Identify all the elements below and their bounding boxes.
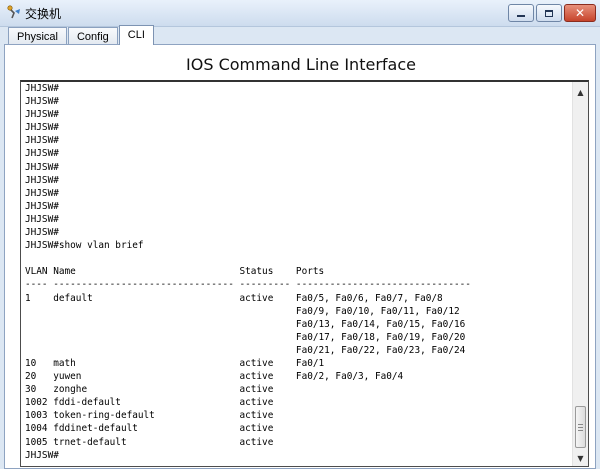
maximize-icon	[545, 9, 553, 17]
close-icon: ✕	[574, 6, 586, 20]
terminal-line: 1 default active Fa0/5, Fa0/6, Fa0/7, Fa…	[25, 292, 443, 304]
terminal-line: 30 zonghe active	[25, 384, 274, 396]
terminal-line: JHJSW#	[25, 109, 59, 121]
terminal-line: ---- -------------------------------- --…	[25, 279, 471, 291]
terminal-line: JHJSW#	[25, 148, 59, 160]
cli-panel: IOS Command Line Interface JHJSW# JHJSW# J…	[4, 44, 596, 469]
terminal-line: JHJSW#	[25, 449, 59, 461]
vertical-scrollbar[interactable]: ▲ ▼	[572, 82, 588, 466]
cli-terminal[interactable]: JHJSW# JHJSW# JHJSW# JHJSW# JHJSW# JHJSW# JHJS…	[20, 80, 589, 467]
terminal-line: 1004 fddinet-default active	[25, 423, 274, 435]
minimize-icon	[517, 15, 525, 17]
terminal-line: JHJSW#	[25, 122, 59, 134]
scroll-down-icon[interactable]: ▼	[573, 450, 588, 466]
terminal-line: JHJSW#	[25, 96, 59, 108]
terminal-line: JHJSW#	[25, 83, 59, 94]
terminal-line: JHJSW#	[25, 174, 59, 186]
title-bar: 交换机 ✕	[0, 0, 600, 27]
scroll-up-icon[interactable]: ▲	[573, 84, 588, 100]
terminal-line: Fa0/17, Fa0/18, Fa0/19, Fa0/20	[25, 331, 466, 343]
terminal-line: Fa0/9, Fa0/10, Fa0/11, Fa0/12	[25, 305, 460, 317]
terminal-line: JHJSW#	[25, 135, 59, 147]
terminal-line: 1003 token-ring-default active	[25, 410, 274, 422]
window-title: 交换机	[25, 7, 62, 21]
terminal-line: 20 yuwen active Fa0/2, Fa0/3, Fa0/4	[25, 371, 404, 383]
tab-physical[interactable]: Physical	[8, 27, 67, 45]
terminal-line: Fa0/13, Fa0/14, Fa0/15, Fa0/16	[25, 318, 466, 330]
minimize-button[interactable]	[508, 4, 534, 22]
terminal-line: 10 math active Fa0/1	[25, 357, 325, 369]
tab-bar: Physical Config CLI	[8, 25, 155, 45]
terminal-line: JHJSW#	[25, 161, 59, 173]
terminal-line: JHJSW#show vlan brief	[25, 240, 144, 252]
terminal-line: JHJSW#	[25, 187, 59, 199]
terminal-output[interactable]: JHJSW# JHJSW# JHJSW# JHJSW# JHJSW# JHJSW# JHJS…	[25, 82, 565, 466]
cli-heading: IOS Command Line Interface	[186, 55, 416, 74]
close-button[interactable]: ✕	[564, 4, 596, 22]
terminal-line: 1002 fddi-default active	[25, 397, 274, 409]
terminal-line: VLAN Name Status Ports	[25, 266, 325, 278]
window-controls: ✕	[506, 4, 596, 22]
maximize-button[interactable]	[536, 4, 562, 22]
terminal-line: 1005 trnet-default active	[25, 436, 274, 448]
terminal-line: Fa0/21, Fa0/22, Fa0/23, Fa0/24	[25, 344, 466, 356]
tab-cli[interactable]: CLI	[118, 25, 154, 45]
terminal-line: JHJSW#	[25, 200, 59, 212]
scroll-thumb[interactable]	[575, 406, 586, 448]
terminal-line: JHJSW#	[25, 227, 59, 239]
switch-icon	[7, 5, 20, 19]
terminal-line: JHJSW#	[25, 213, 59, 225]
tab-config[interactable]: Config	[67, 27, 118, 45]
